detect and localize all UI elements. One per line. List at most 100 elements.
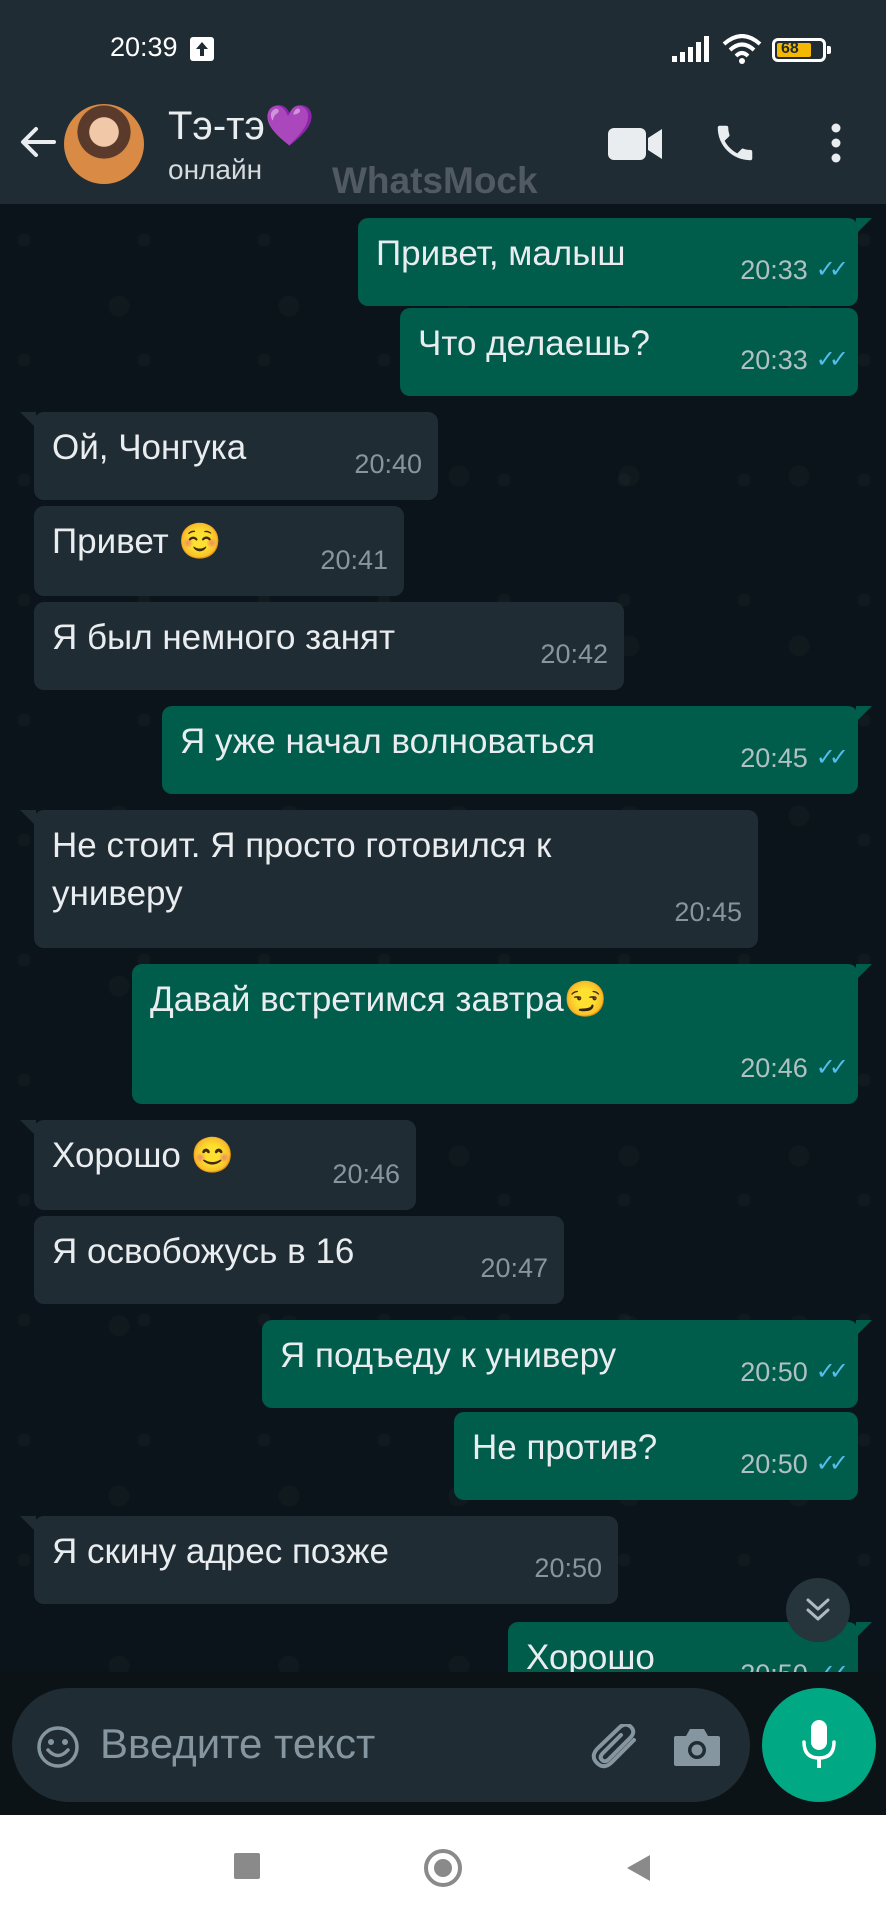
bubble-tail [20, 1516, 36, 1532]
message-time: 20:42 [540, 639, 608, 669]
more-vert-icon[interactable] [828, 122, 844, 168]
message-incoming[interactable]: Я скину адрес позже 20:50 [20, 1516, 618, 1604]
message-outgoing[interactable]: Я подъеду к универу 20:50 ✓✓ [262, 1320, 872, 1408]
signal-icon [672, 36, 712, 66]
battery-percent: 68 [781, 40, 799, 57]
message-outgoing[interactable]: Что делаешь? 20:33 ✓✓ [400, 308, 858, 396]
message-text: Хорошо 😊 [52, 1136, 235, 1175]
double-chevron-down-icon [806, 1598, 830, 1621]
message-time: 20:45 [740, 743, 808, 773]
message-time: 20:41 [320, 545, 388, 575]
message-list[interactable]: Привет, малыш 20:33 ✓✓ Что делаешь? 20:3… [0, 204, 886, 1672]
message-incoming[interactable]: Я освобожусь в 16 20:47 [34, 1216, 564, 1304]
bubble-tail [20, 810, 36, 826]
microphone-icon [802, 1720, 836, 1768]
bubble-tail [856, 964, 872, 980]
message-time: 20:33 [740, 255, 808, 285]
message-input[interactable] [100, 1716, 480, 1772]
read-ticks-icon: ✓✓ [815, 1358, 849, 1385]
message-text: Не против? [472, 1428, 658, 1467]
message-meta: 20:47 [480, 1244, 548, 1292]
message-outgoing[interactable]: Привет, малыш 20:33 ✓✓ [358, 218, 872, 306]
message-text: Я был немного занят [52, 618, 396, 657]
bubble-tail [856, 218, 872, 234]
message-time: 20:50 [740, 1357, 808, 1387]
bubble-tail [20, 1120, 36, 1136]
message-incoming[interactable]: Хорошо 😊 20:46 [20, 1120, 416, 1210]
wifi-icon [722, 34, 762, 68]
message-text: Привет ☺️ [52, 522, 223, 561]
message-meta: 20:50 ✓✓ [740, 1440, 849, 1488]
phone-icon[interactable] [712, 120, 758, 170]
message-text: Не стоит. Я просто готовился к [52, 826, 552, 865]
bubble-tail [856, 706, 872, 722]
recents-icon[interactable] [234, 1853, 260, 1879]
bubble-tail [856, 1320, 872, 1336]
message-text: Хорошо [526, 1638, 655, 1672]
message-text: Я скину адрес позже [52, 1532, 389, 1571]
message-time: 20:33 [740, 345, 808, 375]
upload-icon [190, 37, 214, 61]
battery-icon: 68 [772, 38, 831, 62]
status-bar: 20:39 68 [0, 0, 886, 82]
contact-status: онлайн [168, 154, 263, 185]
message-incoming[interactable]: Привет ☺️ 20:41 [34, 506, 404, 596]
message-meta: 20:42 [540, 630, 608, 678]
avatar[interactable] [64, 104, 144, 184]
paperclip-icon[interactable] [590, 1722, 642, 1776]
read-ticks-icon: ✓✓ [815, 1054, 849, 1081]
home-icon[interactable] [424, 1849, 462, 1887]
message-text: Я подъеду к универу [280, 1336, 617, 1375]
read-ticks-icon: ✓✓ [816, 1650, 849, 1672]
read-ticks-icon: ✓✓ [815, 1450, 849, 1477]
message-meta: 20:50 [534, 1544, 602, 1592]
chat-header: Тэ-тэ💜 онлайн WhatsMock [0, 82, 886, 204]
message-outgoing[interactable]: Не против? 20:50 ✓✓ [454, 1412, 858, 1500]
back-triangle-icon[interactable] [624, 1853, 652, 1887]
message-outgoing[interactable]: Я уже начал волноваться 20:45 ✓✓ [162, 706, 872, 794]
message-text: Я освобожусь в 16 [52, 1232, 355, 1271]
compose-bar [12, 1688, 750, 1802]
message-text: универу [52, 874, 183, 913]
message-text: Давай встретимся завтра😏 [150, 980, 608, 1019]
message-time: 20:45 [674, 897, 742, 927]
read-ticks-icon: ✓✓ [815, 744, 849, 771]
message-text: Привет, малыш [376, 234, 626, 273]
camera-icon[interactable] [672, 1726, 722, 1772]
message-meta: 20:50 ✓✓ [740, 1650, 849, 1672]
message-incoming[interactable]: Ой, Чонгука 20:40 [20, 412, 438, 500]
message-time: 20:50 [534, 1553, 602, 1583]
message-time: 20:40 [354, 449, 422, 479]
bubble-tail [856, 1622, 872, 1638]
bubble-tail [20, 412, 36, 428]
system-nav-bar [0, 1815, 886, 1920]
message-text: Ой, Чонгука [52, 428, 247, 467]
message-time: 20:46 [332, 1159, 400, 1189]
message-time: 20:50 [740, 1449, 808, 1479]
message-time: 20:46 [740, 1053, 808, 1083]
contact-name[interactable]: Тэ-тэ💜 [168, 102, 315, 149]
message-time: 20:50 [740, 1650, 808, 1672]
emoji-icon[interactable] [36, 1725, 80, 1773]
message-meta: 20:45 [674, 888, 742, 936]
message-incoming[interactable]: Не стоит. Я просто готовился к универу 2… [20, 810, 758, 948]
message-meta: 20:45 ✓✓ [740, 734, 849, 782]
status-time: 20:39 [110, 32, 178, 62]
message-outgoing[interactable]: Давай встретимся завтра😏 20:46 ✓✓ [132, 964, 872, 1104]
message-meta: 20:46 [332, 1150, 400, 1198]
scroll-down-button[interactable] [786, 1578, 850, 1642]
message-meta: 20:33 ✓✓ [740, 246, 849, 294]
message-meta: 20:50 ✓✓ [740, 1348, 849, 1396]
message-incoming[interactable]: Я был немного занят 20:42 [34, 602, 624, 690]
arrow-left-icon[interactable] [18, 122, 58, 166]
message-meta: 20:33 ✓✓ [740, 336, 849, 384]
read-ticks-icon: ✓✓ [815, 256, 849, 283]
read-ticks-icon: ✓✓ [815, 346, 849, 373]
microphone-button[interactable] [762, 1688, 876, 1802]
watermark: WhatsMock [332, 160, 538, 201]
video-camera-icon[interactable] [608, 126, 664, 166]
message-meta: 20:41 [320, 536, 388, 584]
message-meta: 20:46 ✓✓ [740, 1044, 849, 1092]
message-text: Что делаешь? [418, 324, 651, 363]
message-meta: 20:40 [354, 440, 422, 488]
